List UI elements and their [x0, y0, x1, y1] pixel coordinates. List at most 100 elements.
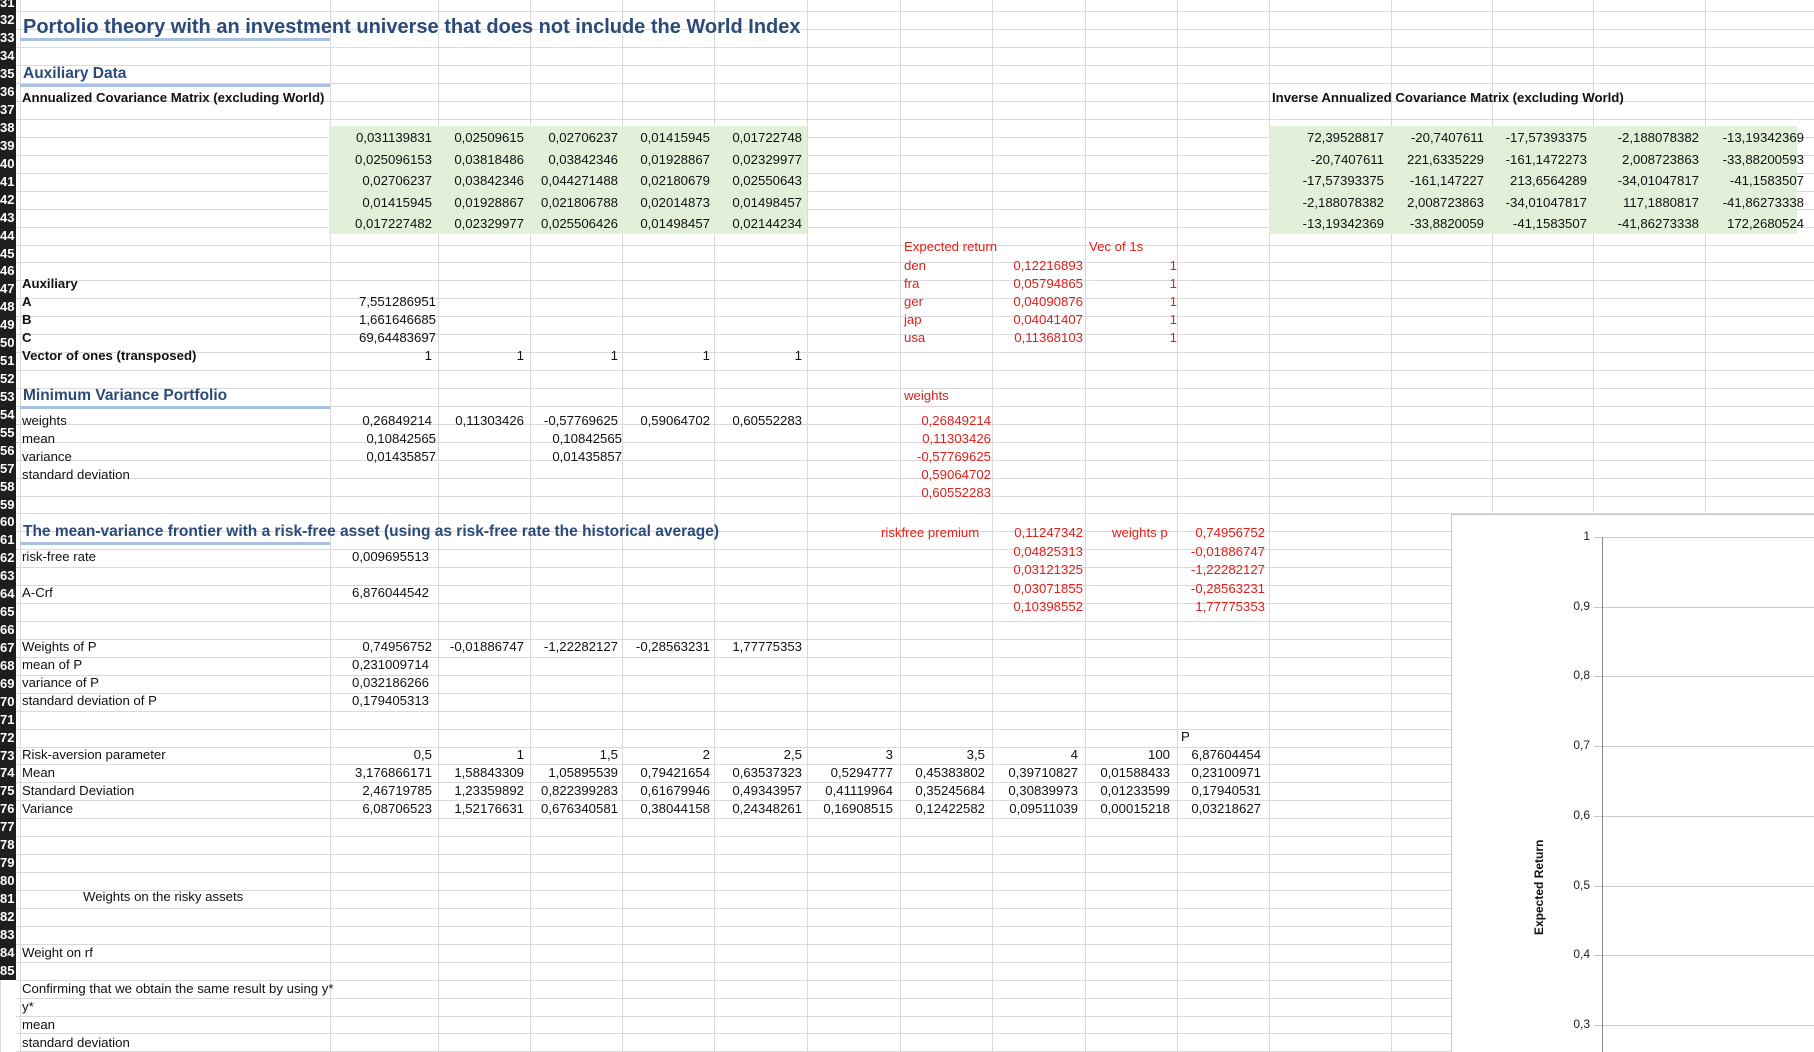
inv-cov-cell[interactable]: 2,008723863 — [1391, 194, 1484, 211]
mv-weight[interactable]: 0,59064702 — [622, 412, 710, 429]
mv-mean-a[interactable]: 0,10842565 — [330, 430, 436, 447]
row-header[interactable]: 76 — [0, 799, 16, 818]
row-header[interactable]: 72 — [0, 728, 16, 747]
weight-p-value[interactable]: 0,74956752 — [1177, 524, 1265, 541]
row-header[interactable]: 43 — [0, 208, 16, 227]
sd-p-label[interactable]: standard deviation of P — [22, 692, 157, 709]
cov-cell[interactable]: 0,03842346 — [530, 151, 618, 168]
risk-cell[interactable]: 2 — [622, 746, 710, 763]
inv-cov-cell[interactable]: 72,39528817 — [1269, 129, 1384, 146]
inv-cov-cell[interactable]: -161,147227 — [1391, 172, 1484, 189]
row-header[interactable]: 37 — [0, 100, 16, 119]
risk-cell[interactable]: 0,49343957 — [714, 782, 802, 799]
row-header[interactable]: 71 — [0, 710, 16, 729]
row-header[interactable]: 32 — [0, 10, 16, 29]
risk-cell[interactable]: 1,58843309 — [438, 764, 524, 781]
ones-cell[interactable]: 1 — [714, 347, 802, 364]
a-value[interactable]: 7,551286951 — [330, 293, 436, 310]
cov-cell[interactable]: 0,02550643 — [714, 172, 802, 189]
mv-side-weight[interactable]: 0,11303426 — [904, 430, 991, 447]
row-header[interactable]: 53 — [0, 387, 16, 406]
premium-value[interactable]: 0,11247342 — [1000, 524, 1083, 541]
row-header[interactable]: 45 — [0, 244, 16, 263]
page-title[interactable]: Portolio theory with an investment unive… — [23, 14, 801, 40]
ystar-label[interactable]: y* — [22, 998, 34, 1015]
row-header[interactable]: 74 — [0, 763, 16, 782]
row-header[interactable]: 36 — [0, 82, 16, 101]
risk-cell[interactable]: 0,00015218 — [1085, 800, 1170, 817]
risk-cell[interactable]: 0,45383802 — [900, 764, 985, 781]
row-header[interactable]: 68 — [0, 656, 16, 675]
expected-return-header[interactable]: Expected return — [904, 238, 997, 255]
row-header[interactable]: 44 — [0, 226, 16, 245]
acrf-value[interactable]: 6,876044542 — [352, 584, 429, 601]
row-header[interactable]: 48 — [0, 297, 16, 316]
risk-cell[interactable]: 0,63537323 — [714, 764, 802, 781]
riskfree-premium-label[interactable]: riskfree premium — [881, 524, 979, 541]
sd-p-value[interactable]: 0,179405313 — [352, 692, 429, 709]
row-header[interactable]: 34 — [0, 46, 16, 65]
risk-cell[interactable]: 1,5 — [530, 746, 618, 763]
c-value[interactable]: 69,64483697 — [330, 329, 436, 346]
cov-cell[interactable]: 0,01415945 — [622, 129, 710, 146]
mean-label[interactable]: mean — [22, 1016, 55, 1033]
wp-cell[interactable]: -0,28563231 — [622, 638, 710, 655]
row-header[interactable]: 54 — [0, 405, 16, 424]
risk-cell[interactable]: 1,52176631 — [438, 800, 524, 817]
inv-cov-cell[interactable]: -34,01047817 — [1492, 194, 1587, 211]
inv-cov-cell[interactable]: -17,57393375 — [1269, 172, 1384, 189]
weight-rf-label[interactable]: Weight on rf — [22, 944, 93, 961]
risk-cell[interactable]: 0,17940531 — [1177, 782, 1261, 799]
var-p-value[interactable]: 0,032186266 — [352, 674, 429, 691]
ones-label[interactable]: Vector of ones (transposed) — [22, 347, 196, 364]
risk-cell[interactable]: 0,39710827 — [992, 764, 1078, 781]
auxiliary-label[interactable]: Auxiliary — [22, 275, 78, 292]
mv-variance-label[interactable]: variance — [22, 448, 72, 465]
asset-name[interactable]: usa — [904, 329, 925, 346]
row-header[interactable]: 33 — [0, 28, 16, 47]
row-header[interactable]: 35 — [0, 64, 16, 83]
row-header[interactable]: 70 — [0, 692, 16, 711]
row-header[interactable]: 41 — [0, 172, 16, 191]
risk-cell[interactable]: 1,05895539 — [530, 764, 618, 781]
inv-cov-cell[interactable]: -33,8820059 — [1391, 215, 1484, 232]
mv-weight[interactable]: 0,26849214 — [330, 412, 432, 429]
risk-cell[interactable]: 0,35245684 — [900, 782, 985, 799]
var-p-label[interactable]: variance of P — [22, 674, 99, 691]
mv-weight[interactable]: 0,60552283 — [714, 412, 802, 429]
risk-cell[interactable]: 0,30839973 — [992, 782, 1078, 799]
mv-side-weight[interactable]: -0,57769625 — [904, 448, 991, 465]
risk-cell[interactable]: 0,16908515 — [807, 800, 893, 817]
inv-cov-cell[interactable]: 117,1880817 — [1593, 194, 1699, 211]
cov-cell[interactable]: 0,044271488 — [530, 172, 618, 189]
risk-cell[interactable]: 0,38044158 — [622, 800, 710, 817]
risk-cell[interactable]: 100 — [1085, 746, 1170, 763]
row-header[interactable]: 64 — [0, 584, 16, 603]
row-header[interactable]: 57 — [0, 459, 16, 478]
wp-cell[interactable]: -1,22282127 — [530, 638, 618, 655]
row-header[interactable]: 47 — [0, 279, 16, 298]
risk-cell[interactable]: 0,676340581 — [530, 800, 618, 817]
expected-return-value[interactable]: 0,04041407 — [1000, 311, 1083, 328]
row-header[interactable]: 63 — [0, 566, 16, 585]
row-header[interactable]: 78 — [0, 835, 16, 854]
wp-cell[interactable]: 0,74956752 — [330, 638, 432, 655]
cov-cell[interactable]: 0,02509615 — [438, 129, 524, 146]
risk-cell[interactable]: 1 — [438, 746, 524, 763]
ones-cell[interactable]: 1 — [330, 347, 432, 364]
weights-p-label[interactable]: weights p — [1112, 524, 1168, 541]
inv-cov-cell[interactable]: -161,1472273 — [1492, 151, 1587, 168]
risk-row-label[interactable]: Mean — [22, 764, 55, 781]
inv-cov-cell[interactable]: 2,008723863 — [1593, 151, 1699, 168]
cov-cell[interactable]: 0,025506426 — [530, 215, 618, 232]
rf-label[interactable]: risk-free rate — [22, 548, 96, 565]
cov-cell[interactable]: 0,01928867 — [438, 194, 524, 211]
cov-cell[interactable]: 0,01722748 — [714, 129, 802, 146]
cov-cell[interactable]: 0,03818486 — [438, 151, 524, 168]
cov-cell[interactable]: 0,025096153 — [330, 151, 432, 168]
asset-name[interactable]: fra — [904, 275, 919, 292]
asset-name[interactable]: jap — [904, 311, 922, 328]
rf-value[interactable]: 0,009695513 — [352, 548, 429, 565]
risk-cell[interactable]: 3,5 — [900, 746, 985, 763]
inv-cov-cell[interactable]: -41,86273338 — [1593, 215, 1699, 232]
